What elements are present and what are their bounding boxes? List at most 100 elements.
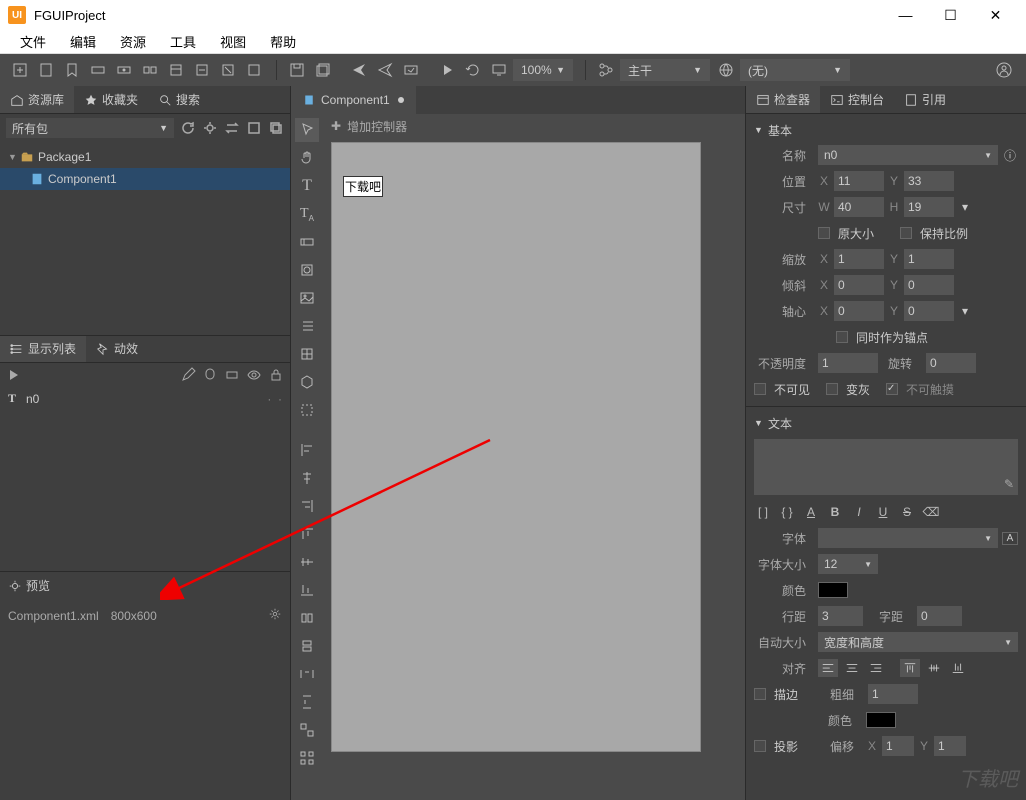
- bracket1-icon[interactable]: [ ]: [754, 503, 772, 521]
- tree-component[interactable]: Component1: [0, 168, 290, 190]
- menu-file[interactable]: 文件: [8, 32, 58, 51]
- branch-icon[interactable]: [594, 58, 618, 82]
- artboard[interactable]: 下载吧: [331, 142, 701, 752]
- image-tool[interactable]: [295, 286, 319, 310]
- save-button[interactable]: [285, 58, 309, 82]
- anchor-checkbox[interactable]: [836, 331, 848, 343]
- box-icon[interactable]: [246, 120, 262, 136]
- new-button[interactable]: [8, 58, 32, 82]
- component-tool[interactable]: [295, 370, 319, 394]
- pivot-y-input[interactable]: [904, 301, 954, 321]
- text-content-input[interactable]: ✎: [754, 439, 1018, 495]
- copy-icon[interactable]: [268, 120, 284, 136]
- same-height-tool[interactable]: [295, 634, 319, 658]
- select-tool[interactable]: [295, 118, 319, 142]
- clear-fmt-icon[interactable]: ⌫: [922, 503, 940, 521]
- package-filter[interactable]: 所有包▼: [6, 118, 174, 138]
- document-tab[interactable]: Component1: [291, 86, 416, 114]
- lock-icon[interactable]: [268, 367, 284, 383]
- size-more-icon[interactable]: ▾: [958, 200, 972, 214]
- orig-size-checkbox[interactable]: [818, 227, 830, 239]
- grid-tool[interactable]: [295, 746, 319, 770]
- maximize-button[interactable]: ☐: [928, 0, 973, 30]
- font-select[interactable]: ▼: [818, 528, 998, 548]
- swap-icon[interactable]: [224, 120, 240, 136]
- halign-center-icon[interactable]: [842, 659, 862, 677]
- btn1[interactable]: [86, 58, 110, 82]
- btn5[interactable]: [190, 58, 214, 82]
- eye-icon[interactable]: [246, 367, 262, 383]
- italic-icon[interactable]: I: [850, 503, 868, 521]
- canvas[interactable]: 下载吧: [323, 138, 745, 800]
- text-tool[interactable]: T: [295, 174, 319, 198]
- loader-tool[interactable]: [295, 342, 319, 366]
- rect-icon[interactable]: [224, 367, 240, 383]
- stroke-checkbox[interactable]: [754, 688, 766, 700]
- menu-edit[interactable]: 编辑: [58, 32, 108, 51]
- user-button[interactable]: [992, 58, 1016, 82]
- same-size-tool[interactable]: [295, 718, 319, 742]
- pivot-more-icon[interactable]: ▾: [958, 304, 972, 318]
- publish2-button[interactable]: [373, 58, 397, 82]
- tree-package[interactable]: ▼Package1: [0, 146, 290, 168]
- refresh-lib-icon[interactable]: [180, 120, 196, 136]
- pos-x-input[interactable]: [834, 171, 884, 191]
- input-tool[interactable]: [295, 230, 319, 254]
- lang-icon[interactable]: [714, 58, 738, 82]
- letterspace-input[interactable]: [917, 606, 962, 626]
- zoom-select[interactable]: 100%▼: [513, 59, 573, 81]
- size-h-input[interactable]: [904, 197, 954, 217]
- btn7[interactable]: [242, 58, 266, 82]
- bookmark-button[interactable]: [60, 58, 84, 82]
- tab-display-list[interactable]: 显示列表: [0, 336, 86, 362]
- doc-button[interactable]: [34, 58, 58, 82]
- stroke-color-swatch[interactable]: [866, 712, 896, 728]
- info-icon[interactable]: ⓘ: [1002, 147, 1018, 164]
- skew-y-input[interactable]: [904, 275, 954, 295]
- align-vcenter-tool[interactable]: [295, 550, 319, 574]
- bracket2-icon[interactable]: { }: [778, 503, 796, 521]
- valign-top-icon[interactable]: [900, 659, 920, 677]
- align-right-tool[interactable]: [295, 494, 319, 518]
- mask-icon[interactable]: [202, 367, 218, 383]
- font-a-icon[interactable]: A: [802, 503, 820, 521]
- alpha-input[interactable]: [818, 353, 878, 373]
- keep-ratio-checkbox[interactable]: [900, 227, 912, 239]
- tab-favorites[interactable]: 收藏夹: [74, 86, 148, 113]
- align-top-tool[interactable]: [295, 522, 319, 546]
- bold-icon[interactable]: B: [826, 503, 844, 521]
- pos-y-input[interactable]: [904, 171, 954, 191]
- section-basic[interactable]: ▼基本: [754, 118, 1018, 142]
- align-left-tool[interactable]: [295, 438, 319, 462]
- tab-effects[interactable]: 动效: [86, 336, 148, 362]
- display-list-item[interactable]: Tn0· ·: [0, 387, 290, 411]
- dist-v-tool[interactable]: [295, 690, 319, 714]
- scale-x-input[interactable]: [834, 249, 884, 269]
- valign-middle-icon[interactable]: [924, 659, 944, 677]
- richtext-tool[interactable]: TA: [295, 202, 319, 226]
- text-color-swatch[interactable]: [818, 582, 848, 598]
- list-tool[interactable]: [295, 314, 319, 338]
- invisible-checkbox[interactable]: [754, 383, 766, 395]
- untouchable-checkbox[interactable]: [886, 383, 898, 395]
- name-input[interactable]: n0▼: [818, 145, 998, 165]
- shadow-y-input[interactable]: [934, 736, 966, 756]
- btn3[interactable]: [138, 58, 162, 82]
- menu-resource[interactable]: 资源: [108, 32, 158, 51]
- stroke-width-input[interactable]: [868, 684, 918, 704]
- refresh-button[interactable]: [461, 58, 485, 82]
- linespace-input[interactable]: [818, 606, 863, 626]
- hand-tool[interactable]: [295, 146, 319, 170]
- group-tool[interactable]: [295, 398, 319, 422]
- add-controller-icon[interactable]: ✚: [331, 119, 341, 133]
- menu-help[interactable]: 帮助: [258, 32, 308, 51]
- tab-library[interactable]: 资源库: [0, 86, 74, 113]
- publish-button[interactable]: [347, 58, 371, 82]
- save-all-button[interactable]: [311, 58, 335, 82]
- autosize-select[interactable]: 宽度和高度▼: [818, 632, 1018, 652]
- play-button[interactable]: [435, 58, 459, 82]
- underline-icon[interactable]: U: [874, 503, 892, 521]
- valign-bottom-icon[interactable]: [948, 659, 968, 677]
- edit-icon[interactable]: [180, 367, 196, 383]
- tab-console[interactable]: 控制台: [820, 86, 894, 113]
